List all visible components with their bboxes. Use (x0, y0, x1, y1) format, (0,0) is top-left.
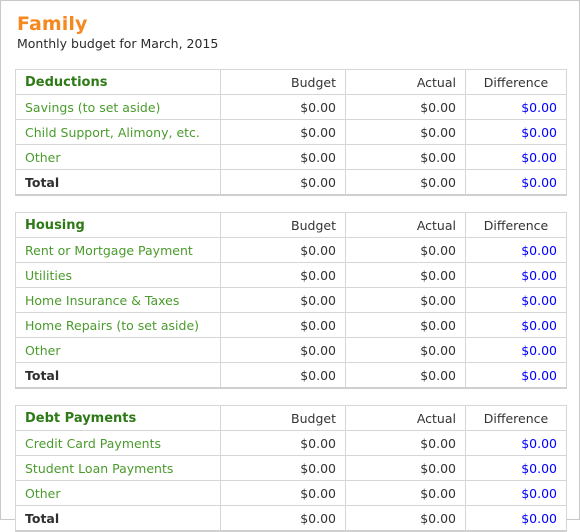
row-label: Student Loan Payments (15, 455, 221, 481)
table-row: Credit Card Payments $0.00 $0.00 $0.00 (15, 430, 567, 456)
table-row: Other $0.00 $0.00 $0.00 (15, 337, 567, 363)
difference-amount-total[interactable]: $0.00 (465, 169, 567, 196)
column-header-difference: Difference (465, 212, 567, 238)
row-label: Utilities (15, 262, 221, 288)
actual-amount[interactable]: $0.00 (345, 337, 466, 363)
actual-amount[interactable]: $0.00 (345, 480, 466, 506)
section-header-2: Housing (15, 212, 221, 238)
table-header-row: Housing Budget Actual Difference (15, 212, 567, 238)
row-label: Savings (to set aside) (15, 94, 221, 120)
table-header-row: Debt Payments Budget Actual Difference (15, 405, 567, 431)
table-header-row: Deductions Budget Actual Difference (15, 69, 567, 95)
row-label: Child Support, Alimony, etc. (15, 119, 221, 145)
budget-amount-total[interactable]: $0.00 (220, 169, 346, 196)
budget-amount[interactable]: $0.00 (220, 480, 346, 506)
budget-amount[interactable]: $0.00 (220, 312, 346, 338)
column-header-actual: Actual (345, 212, 466, 238)
table-row: Utilities $0.00 $0.00 $0.00 (15, 262, 567, 288)
difference-amount[interactable]: $0.00 (465, 337, 567, 363)
budget-sections: Deductions Budget Actual Difference Savings … (15, 69, 567, 532)
row-label: Other (15, 480, 221, 506)
page-subtitle: Monthly budget for March, 2015 (17, 36, 219, 51)
section-header-3: Debt Payments (15, 405, 221, 431)
row-label: Home Insurance & Taxes (15, 287, 221, 313)
difference-amount[interactable]: $0.00 (465, 262, 567, 288)
actual-amount-total[interactable]: $0.00 (345, 362, 466, 389)
row-label: Other (15, 337, 221, 363)
budget-amount-total[interactable]: $0.00 (220, 505, 346, 532)
table-total-row: Total $0.00 $0.00 $0.00 (15, 169, 567, 196)
budget-amount[interactable]: $0.00 (220, 455, 346, 481)
difference-amount[interactable]: $0.00 (465, 94, 567, 120)
row-label-total: Total (15, 362, 221, 389)
section-header-1: Deductions (15, 69, 221, 95)
difference-amount[interactable]: $0.00 (465, 119, 567, 145)
table-total-row: Total $0.00 $0.00 $0.00 (15, 362, 567, 389)
column-header-budget: Budget (220, 212, 346, 238)
difference-amount[interactable]: $0.00 (465, 455, 567, 481)
budget-amount[interactable]: $0.00 (220, 119, 346, 145)
difference-amount[interactable]: $0.00 (465, 312, 567, 338)
table-row: Rent or Mortgage Payment $0.00 $0.00 $0.00 (15, 237, 567, 263)
table-row: Child Support, Alimony, etc. $0.00 $0.00 $0… (15, 119, 567, 145)
actual-amount[interactable]: $0.00 (345, 144, 466, 170)
page-title: Family (17, 13, 88, 35)
row-label-total: Total (15, 505, 221, 532)
row-label: Credit Card Payments (15, 430, 221, 456)
budget-amount[interactable]: $0.00 (220, 430, 346, 456)
table-row: Other $0.00 $0.00 $0.00 (15, 144, 567, 170)
difference-amount[interactable]: $0.00 (465, 144, 567, 170)
actual-amount[interactable]: $0.00 (345, 237, 466, 263)
table-row: Home Insurance & Taxes $0.00 $0.00 $0.00 (15, 287, 567, 313)
actual-amount[interactable]: $0.00 (345, 455, 466, 481)
row-label-total: Total (15, 169, 221, 196)
actual-amount[interactable]: $0.00 (345, 262, 466, 288)
column-header-budget: Budget (220, 69, 346, 95)
difference-amount[interactable]: $0.00 (465, 430, 567, 456)
difference-amount-total[interactable]: $0.00 (465, 362, 567, 389)
table-row: Savings (to set aside) $0.00 $0.00 $0.00 (15, 94, 567, 120)
difference-amount-total[interactable]: $0.00 (465, 505, 567, 532)
budget-table-debt-payments: Debt Payments Budget Actual Difference Credi… (15, 405, 567, 532)
row-label: Rent or Mortgage Payment (15, 237, 221, 263)
actual-amount[interactable]: $0.00 (345, 312, 466, 338)
column-header-difference: Difference (465, 405, 567, 431)
actual-amount-total[interactable]: $0.00 (345, 505, 466, 532)
actual-amount-total[interactable]: $0.00 (345, 169, 466, 196)
budget-amount[interactable]: $0.00 (220, 237, 346, 263)
budget-page: Family Monthly budget for March, 2015 De… (0, 0, 580, 532)
difference-amount[interactable]: $0.00 (465, 287, 567, 313)
budget-table-housing: Housing Budget Actual Difference Rent or Mor… (15, 212, 567, 389)
actual-amount[interactable]: $0.00 (345, 94, 466, 120)
budget-amount[interactable]: $0.00 (220, 144, 346, 170)
budget-amount[interactable]: $0.00 (220, 337, 346, 363)
actual-amount[interactable]: $0.00 (345, 430, 466, 456)
table-row: Home Repairs (to set aside) $0.00 $0.00 $0.… (15, 312, 567, 338)
table-row: Student Loan Payments $0.00 $0.00 $0.00 (15, 455, 567, 481)
budget-table-deductions: Deductions Budget Actual Difference Savings … (15, 69, 567, 196)
column-header-actual: Actual (345, 405, 466, 431)
actual-amount[interactable]: $0.00 (345, 287, 466, 313)
table-total-row: Total $0.00 $0.00 $0.00 (15, 505, 567, 532)
budget-amount[interactable]: $0.00 (220, 262, 346, 288)
column-header-actual: Actual (345, 69, 466, 95)
row-label: Home Repairs (to set aside) (15, 312, 221, 338)
table-row: Other $0.00 $0.00 $0.00 (15, 480, 567, 506)
budget-amount-total[interactable]: $0.00 (220, 362, 346, 389)
budget-amount[interactable]: $0.00 (220, 287, 346, 313)
column-header-difference: Difference (465, 69, 567, 95)
column-header-budget: Budget (220, 405, 346, 431)
budget-amount[interactable]: $0.00 (220, 94, 346, 120)
difference-amount[interactable]: $0.00 (465, 237, 567, 263)
actual-amount[interactable]: $0.00 (345, 119, 466, 145)
row-label: Other (15, 144, 221, 170)
difference-amount[interactable]: $0.00 (465, 480, 567, 506)
